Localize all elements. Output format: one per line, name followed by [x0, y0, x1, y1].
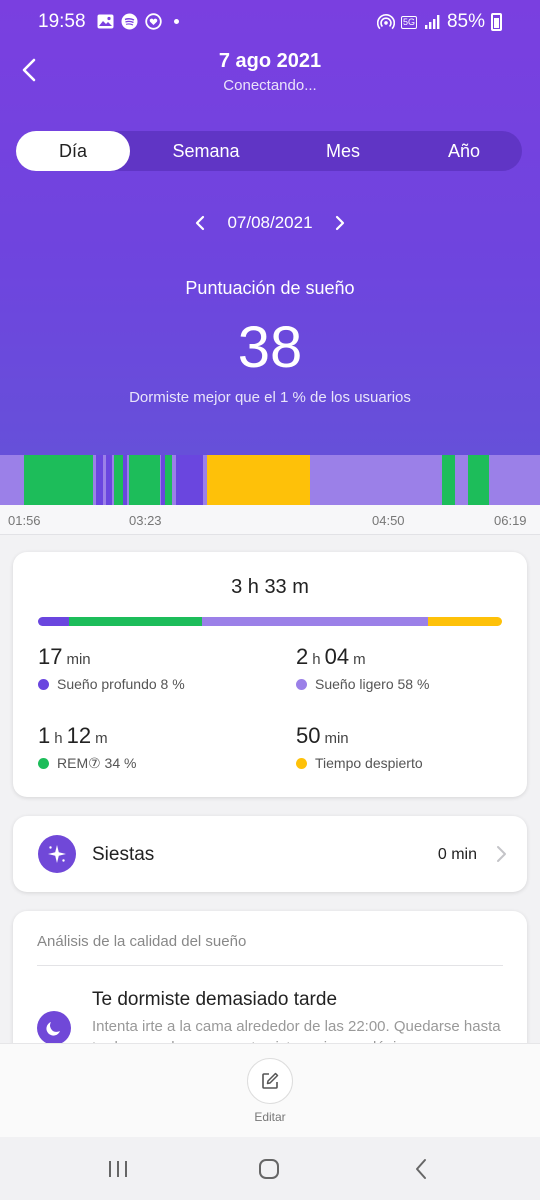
timeline-labels: 01:56 03:23 04:50 06:19 — [0, 505, 540, 535]
network-5g-badge: 5G — [400, 15, 417, 29]
bottom-action-bar: Editar — [0, 1043, 540, 1137]
light-sleep-minutes-unit: m — [353, 651, 366, 668]
deep-sleep-dot — [38, 678, 49, 690]
rem-hours: 1 — [38, 723, 51, 748]
system-back-button[interactable] — [406, 1157, 436, 1181]
battery-icon — [491, 13, 502, 31]
header: 19:58 5G 85% 7 ago 2021 Conectando... Dí… — [0, 0, 540, 455]
hotspot-icon — [376, 13, 395, 31]
bar-segment-rem — [69, 617, 202, 626]
spotify-icon — [120, 12, 138, 30]
health-app-icon — [144, 12, 162, 30]
timeline-segment-rem — [23, 455, 93, 505]
status-time: 19:58 — [38, 11, 86, 32]
tab-month[interactable]: Mes — [280, 131, 406, 171]
rem-hours-unit: h — [54, 730, 63, 747]
awake-unit: min — [324, 730, 349, 747]
timeline-segment-rem — [441, 455, 456, 505]
timeline-label: 04:50 — [372, 513, 405, 528]
more-notifications-dot — [174, 18, 179, 24]
chevron-left-icon — [195, 215, 205, 231]
timeline-label-end: 06:19 — [494, 513, 527, 528]
rem-minutes: 12 — [66, 723, 92, 748]
signal-icon — [423, 13, 441, 31]
total-sleep-time: 3 h 33 m — [231, 576, 309, 598]
bar-segment-deep — [38, 617, 70, 626]
back-icon — [416, 1159, 426, 1179]
light-sleep-minutes: 04 — [324, 644, 350, 669]
awake-dot — [296, 757, 307, 769]
score-label: Puntuación de sueño — [185, 278, 355, 298]
bar-segment-light — [201, 617, 428, 626]
tab-week[interactable]: Semana — [142, 131, 270, 171]
home-icon — [259, 1159, 279, 1179]
sleep-summary-card: 3 h 33 m 17 min Sueño profundo 8 % 2 h 04 m … — [13, 552, 527, 797]
sparkle-icon — [38, 835, 76, 873]
deep-sleep-label: Sueño profundo 8 % — [57, 676, 185, 692]
page-title: 7 ago 2021 — [218, 50, 322, 72]
light-sleep-dot — [296, 678, 307, 690]
timeline-label: 03:23 — [129, 513, 162, 528]
analysis-title: Análisis de la calidad del sueño — [37, 933, 247, 950]
naps-label: Siestas — [92, 844, 155, 865]
moon-icon — [37, 1011, 71, 1045]
previous-date-button[interactable] — [190, 213, 210, 233]
edit-icon — [262, 1072, 279, 1089]
chevron-right-icon — [335, 215, 345, 231]
deep-sleep-unit: min — [66, 651, 91, 668]
awake-value: 50 — [296, 723, 321, 748]
status-bar: 19:58 5G 85% — [0, 10, 540, 36]
recent-apps-button[interactable] — [103, 1157, 133, 1181]
recent-apps-icon — [109, 1161, 127, 1177]
light-sleep-hours-unit: h — [312, 651, 321, 668]
deep-sleep-value: 17 — [38, 644, 63, 669]
tab-year[interactable]: Año — [406, 131, 522, 171]
date-navigator: 07/08/2021 — [0, 211, 540, 235]
tab-day[interactable]: Día — [16, 131, 130, 171]
timeline-segment-rem — [468, 455, 490, 505]
light-sleep-hours: 2 — [296, 644, 309, 669]
timeline-segment-rem — [165, 455, 172, 505]
rem-minutes-unit: m — [95, 730, 108, 747]
score-description: Dormiste mejor que el 1 % de los usuario… — [129, 389, 411, 406]
connection-status: Conectando... — [223, 77, 317, 94]
divider — [37, 965, 503, 966]
light-sleep-stat: 2 h 04 m Sueño ligero 58 % — [296, 644, 516, 692]
timeline-segment-deep — [176, 455, 204, 505]
gallery-icon — [96, 12, 114, 30]
edit-label: Editar — [254, 1110, 286, 1124]
bar-segment-awake — [427, 617, 502, 626]
naps-card[interactable]: Siestas 0 min — [13, 816, 527, 892]
next-date-button[interactable] — [330, 213, 350, 233]
edit-button[interactable] — [247, 1058, 293, 1104]
timeline-label-start: 01:56 — [8, 513, 41, 528]
rem-label[interactable]: REM⑦ 34 % — [57, 755, 136, 772]
period-tabs: Día Semana Mes Año — [16, 131, 522, 171]
timeline-segment-awake — [206, 455, 310, 505]
system-icons: 5G 85% — [376, 11, 502, 33]
timeline-segment-deep — [96, 455, 103, 505]
current-date: 07/08/2021 — [227, 213, 313, 232]
chevron-right-icon — [497, 846, 506, 862]
deep-sleep-stat: 17 min Sueño profundo 8 % — [38, 644, 258, 692]
awake-label: Tiempo despierto — [315, 755, 423, 771]
timeline-segment-deep — [105, 455, 112, 505]
system-navigation-bar — [0, 1137, 540, 1200]
home-button[interactable] — [254, 1157, 284, 1181]
battery-percent: 85% — [446, 11, 485, 32]
timeline-segment-rem — [128, 455, 161, 505]
sleep-stage-timeline[interactable] — [0, 455, 540, 505]
rem-dot — [38, 758, 49, 769]
awake-stat: 50 min Tiempo despierto — [296, 723, 516, 771]
rem-stat: 1 h 12 m REM⑦ 34 % — [38, 723, 258, 772]
timeline-segment-deep — [123, 455, 128, 505]
stage-distribution-bar — [38, 617, 502, 626]
light-sleep-label: Sueño ligero 58 % — [315, 676, 430, 692]
sleep-score: 38 — [237, 315, 303, 380]
naps-value: 0 min — [437, 846, 477, 863]
analysis-heading: Te dormiste demasiado tarde — [92, 989, 338, 1010]
timeline-segment-rem — [114, 455, 123, 505]
notification-icons — [96, 12, 179, 30]
